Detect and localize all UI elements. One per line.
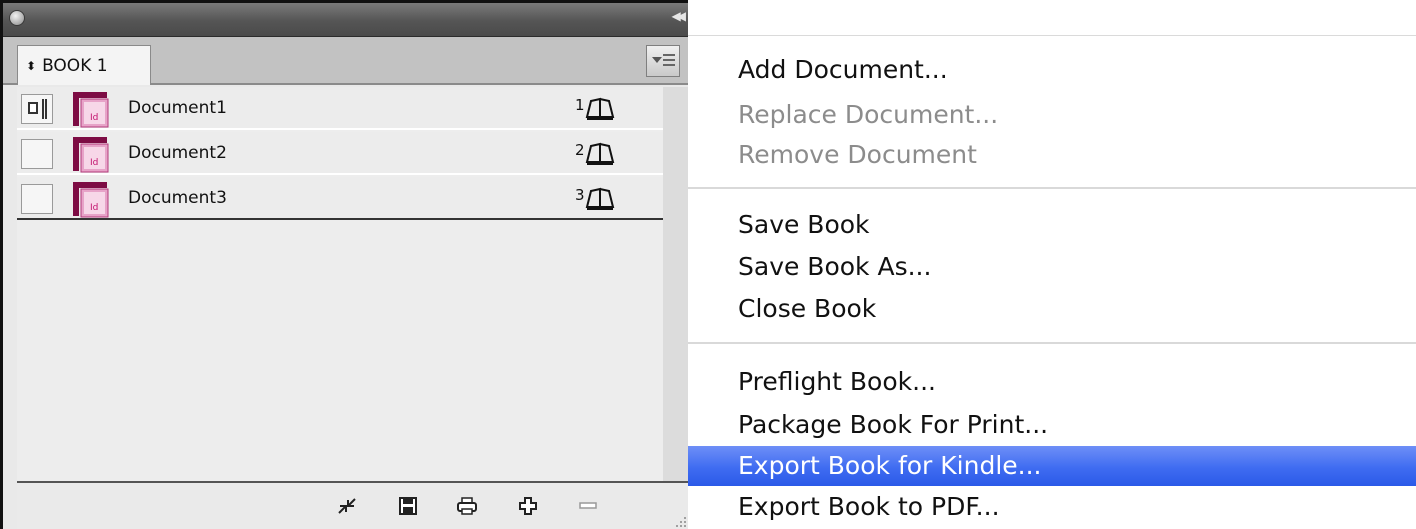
collapse-panel-icon[interactable]: ◀◀ xyxy=(672,9,687,23)
style-source-checkbox[interactable] xyxy=(21,184,53,214)
menu-item-save-book-as[interactable]: Save Book As... xyxy=(688,247,1416,287)
remove-document-icon[interactable] xyxy=(577,495,599,517)
open-book-icon xyxy=(585,142,615,165)
panel-toolbar xyxy=(17,481,688,529)
menu-item-preflight-book[interactable]: Preflight Book... xyxy=(688,362,1416,402)
close-panel-button[interactable] xyxy=(9,10,25,26)
page-range: 1 xyxy=(575,96,585,114)
menu-item-save-book[interactable]: Save Book xyxy=(688,205,1416,245)
print-book-icon[interactable] xyxy=(456,495,478,517)
style-source-checkbox[interactable] xyxy=(21,139,53,169)
indesign-document-icon: Id xyxy=(73,137,109,173)
document-row[interactable]: Id Document1 1 xyxy=(17,87,663,130)
menu-item-add-document[interactable]: Add Document... xyxy=(688,50,1416,90)
save-book-icon[interactable] xyxy=(397,495,419,517)
page-range: 3 xyxy=(575,186,585,204)
menu-line-icon xyxy=(663,64,675,66)
menu-separator xyxy=(688,342,1416,344)
document-name: Document2 xyxy=(128,143,227,163)
svg-text:Id: Id xyxy=(90,158,98,168)
panel-menu-button[interactable] xyxy=(646,45,680,77)
document-list: Id Document1 1 Id Document2 2 Id Documen… xyxy=(17,87,664,481)
resize-grip-icon[interactable] xyxy=(673,514,687,528)
book-panel: ◀◀ ⬍ BOOK 1 Id Document1 1 Id Document2 … xyxy=(0,0,688,529)
menu-item-close-book[interactable]: Close Book xyxy=(688,289,1416,329)
indesign-document-icon: Id xyxy=(73,182,109,218)
add-document-icon[interactable] xyxy=(517,495,539,517)
document-name: Document1 xyxy=(128,98,227,118)
panel-title-bar[interactable]: ◀◀ xyxy=(3,3,688,37)
list-scrollbar[interactable] xyxy=(663,87,688,481)
tab-label: BOOK 1 xyxy=(42,55,108,76)
svg-text:Id: Id xyxy=(90,203,98,213)
document-row[interactable]: Id Document2 2 xyxy=(17,132,663,175)
style-source-icon[interactable] xyxy=(21,94,53,124)
open-book-icon xyxy=(585,187,615,210)
document-row[interactable]: Id Document3 3 xyxy=(17,177,663,220)
tab-book-1[interactable]: ⬍ BOOK 1 xyxy=(17,45,151,85)
document-name: Document3 xyxy=(128,188,227,208)
menu-item-package-book[interactable]: Package Book For Print... xyxy=(688,405,1416,445)
menu-triangle-icon xyxy=(652,57,662,63)
menu-item-export-book-pdf[interactable]: Export Book to PDF... xyxy=(688,487,1416,527)
tab-sort-arrows-icon: ⬍ xyxy=(26,58,37,73)
book-panel-menu: Add Document... Replace Document... Remo… xyxy=(688,0,1416,529)
menu-line-icon xyxy=(663,59,675,61)
menu-separator xyxy=(688,187,1416,189)
menu-item-remove-document[interactable]: Remove Document xyxy=(688,135,1416,175)
menu-line-icon xyxy=(663,54,675,56)
open-book-icon xyxy=(585,97,615,120)
panel-tab-bar: ⬍ BOOK 1 xyxy=(3,37,688,85)
indesign-document-icon: Id xyxy=(73,92,109,128)
page-range: 2 xyxy=(575,141,585,159)
menu-top-border xyxy=(688,35,1416,36)
menu-item-export-book-kindle[interactable]: Export Book for Kindle... xyxy=(688,446,1416,486)
menu-item-replace-document[interactable]: Replace Document... xyxy=(688,95,1416,135)
svg-text:Id: Id xyxy=(90,113,98,123)
sync-styles-icon[interactable] xyxy=(336,495,358,517)
